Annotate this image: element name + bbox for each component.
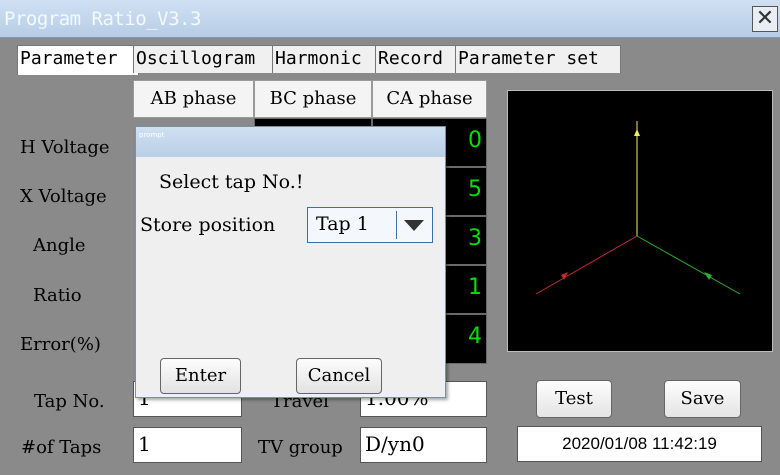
vector-diagram <box>507 90 773 352</box>
row-label-angle: Angle <box>33 235 86 256</box>
tab-parameter-set[interactable]: Parameter set <box>455 45 621 73</box>
tab-bar: Parameter Oscillogram Harmonic Record Pa… <box>0 45 780 75</box>
dialog-title: prompt <box>136 127 445 157</box>
taps-count-label: #of Taps <box>21 437 102 458</box>
store-position-select[interactable]: Tap 1 <box>307 207 433 243</box>
vector-c <box>535 235 638 295</box>
column-header-bc: BC phase <box>254 80 372 118</box>
vector-diagram-svg <box>535 121 741 295</box>
window-title: Program Ratio_V3.3 <box>4 8 201 30</box>
datetime-display: 2020/01/08 11:42:19 <box>517 426 762 462</box>
store-position-value: Tap 1 <box>316 213 369 235</box>
row-label-h-voltage: H Voltage <box>20 137 110 158</box>
tap-no-label: Tap No. <box>34 391 105 412</box>
tab-record[interactable]: Record <box>375 45 461 73</box>
title-bar: Program Ratio_V3.3 ✕ <box>0 0 780 38</box>
tv-group-label: TV group <box>258 437 343 458</box>
chevron-down-icon[interactable] <box>404 220 424 231</box>
cancel-button[interactable]: Cancel <box>296 358 382 394</box>
store-position-label: Store position <box>140 214 276 236</box>
tab-harmonic[interactable]: Harmonic <box>272 45 381 73</box>
vector-b <box>636 235 741 295</box>
row-label-x-voltage: X Voltage <box>20 186 107 207</box>
tv-group-field[interactable]: D/yn0 <box>360 427 487 463</box>
enter-button[interactable]: Enter <box>160 358 241 394</box>
test-button[interactable]: Test <box>536 380 612 418</box>
select-divider <box>396 211 397 239</box>
row-label-ratio: Ratio <box>33 285 82 306</box>
row-label-error: Error(%) <box>20 334 101 355</box>
vector-b-arrow <box>704 272 712 280</box>
taps-count-field[interactable]: 1 <box>133 427 242 463</box>
tab-parameter[interactable]: Parameter <box>17 45 139 75</box>
column-header-ab: AB phase <box>133 80 254 118</box>
column-header-ca: CA phase <box>372 80 487 118</box>
close-icon[interactable]: ✕ <box>752 6 778 32</box>
vector-a-arrow <box>634 129 640 136</box>
dialog-message: Select tap No.! <box>159 171 304 193</box>
prompt-dialog: prompt Select tap No.! Store position Ta… <box>135 126 446 398</box>
tab-oscillogram[interactable]: Oscillogram <box>133 45 278 73</box>
save-button[interactable]: Save <box>664 380 741 418</box>
